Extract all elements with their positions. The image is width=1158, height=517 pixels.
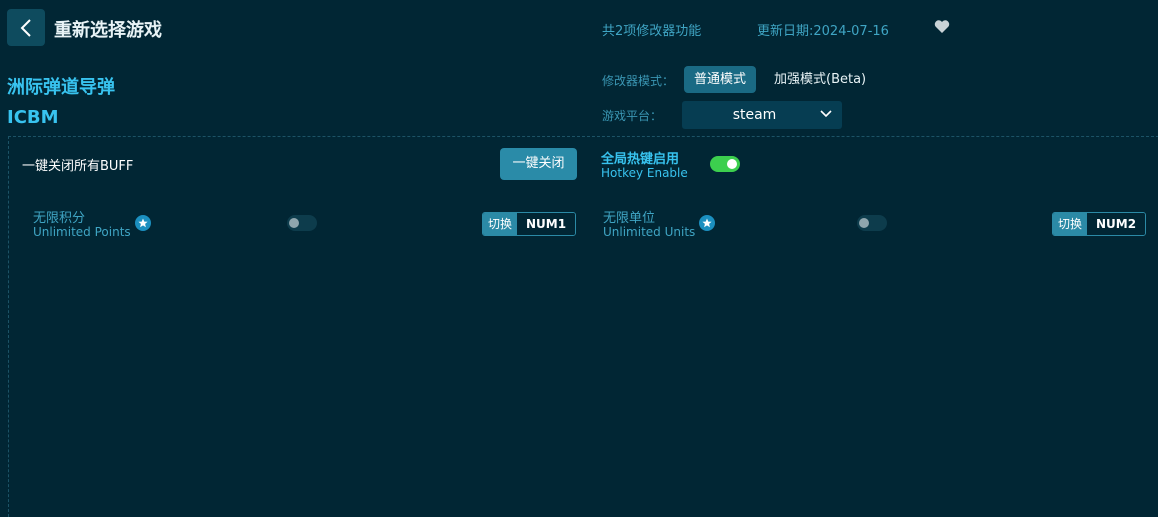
- hotkey-title: 全局热键启用: [601, 152, 680, 167]
- switch-label: 切换: [1053, 213, 1088, 235]
- feature-name-en: Unlimited Points: [33, 225, 131, 239]
- feature-name-en: Unlimited Units: [603, 225, 696, 239]
- feature-count: 共2项修改器功能: [602, 24, 702, 39]
- game-name-cn: 洲际弹道导弹: [7, 77, 115, 98]
- feature-name-cn: 无限单位: [603, 211, 656, 226]
- hotkey-binding[interactable]: 切换 NUM1: [482, 212, 577, 236]
- features-panel: [8, 136, 1158, 517]
- page-title: 重新选择游戏: [54, 20, 162, 41]
- hotkey-binding[interactable]: 切换 NUM2: [1052, 212, 1147, 236]
- switch-label: 切换: [483, 213, 518, 235]
- feature-toggle[interactable]: [857, 215, 887, 231]
- hotkey-key: NUM1: [517, 213, 576, 235]
- hotkey-key: NUM2: [1087, 213, 1146, 235]
- platform-label: 游戏平台：: [602, 109, 663, 123]
- favorite-button[interactable]: [934, 19, 950, 38]
- chevron-down-icon: [820, 110, 832, 118]
- mode-normal-button[interactable]: 普通模式: [684, 66, 756, 93]
- hotkey-toggle[interactable]: [710, 156, 740, 172]
- heart-icon: [934, 20, 950, 33]
- chevron-left-icon: [20, 18, 31, 37]
- all-off-button[interactable]: 一键关闭: [500, 148, 577, 180]
- game-name-en: ICBM: [7, 107, 59, 128]
- all-off-label: 一键关闭所有BUFF: [22, 159, 134, 174]
- hotkey-subtitle: Hotkey Enable: [601, 166, 688, 180]
- feature-name-cn: 无限积分: [33, 211, 86, 226]
- update-date: 更新日期:2024-07-16: [757, 24, 889, 39]
- feature-toggle[interactable]: [287, 215, 317, 231]
- star-icon: [135, 215, 151, 231]
- platform-value: steam: [732, 107, 777, 123]
- platform-select[interactable]: steam: [682, 101, 842, 129]
- mode-enhanced-button[interactable]: 加强模式(Beta): [766, 66, 874, 93]
- back-button[interactable]: [7, 9, 45, 46]
- mode-label: 修改器模式：: [602, 74, 675, 88]
- star-icon: [699, 215, 715, 231]
